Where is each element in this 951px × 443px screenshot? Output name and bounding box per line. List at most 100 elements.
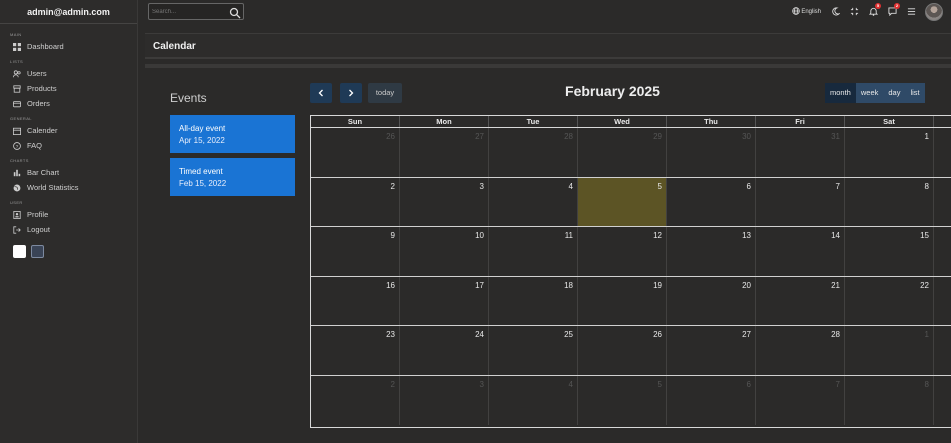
calendar-day[interactable]: 8: [845, 375, 934, 425]
theme-switcher: [0, 245, 137, 258]
chevron-left-icon: [317, 84, 325, 102]
calendar-day[interactable]: 27: [667, 326, 756, 375]
next-month-button[interactable]: [340, 83, 362, 103]
day-number: 13: [742, 231, 751, 240]
sidebar-item-profile[interactable]: Profile: [0, 207, 137, 222]
calendar-day[interactable]: 9: [311, 227, 400, 276]
calendar-day[interactable]: 26: [578, 326, 667, 375]
profile-icon: [12, 210, 22, 220]
compress-icon: [850, 3, 859, 21]
view-day-button[interactable]: day: [883, 83, 906, 103]
day-number: 7: [835, 181, 840, 191]
calendar-day[interactable]: 11: [489, 227, 578, 276]
calendar-day[interactable]: 15: [845, 227, 934, 276]
calendar-day[interactable]: 23: [311, 326, 400, 375]
calendar-day[interactable]: 27: [400, 128, 489, 177]
sidebar-item-products[interactable]: Products: [0, 81, 137, 96]
day-number: 4: [568, 379, 573, 389]
fullscreen-button[interactable]: [849, 7, 859, 17]
calendar-day[interactable]: 19: [578, 276, 667, 325]
day-number: 26: [653, 330, 662, 339]
notifications-button[interactable]: 5: [868, 3, 881, 17]
calendar-day[interactable]: 29: [578, 128, 667, 177]
day-number: 6: [746, 181, 751, 191]
calendar-day[interactable]: 10: [400, 227, 489, 276]
day-number: 6: [746, 379, 751, 389]
sidebar-item-label: Calender: [27, 126, 58, 135]
menu-button[interactable]: [906, 7, 916, 17]
page-title: Calendar: [153, 41, 196, 52]
prev-month-button[interactable]: [310, 83, 332, 103]
day-number: 30: [742, 132, 751, 141]
sidebar-item-dashboard[interactable]: Dashboard: [0, 39, 137, 54]
language-selector[interactable]: English: [792, 7, 821, 17]
calendar-day[interactable]: 18: [489, 276, 578, 325]
calendar-day[interactable]: 30: [667, 128, 756, 177]
weekday-header: Sun Mon Tue Wed Thu Fri Sat: [311, 115, 951, 128]
view-list-button[interactable]: list: [905, 83, 925, 103]
weekday-header-cell: Wed: [578, 116, 667, 127]
calendar-day[interactable]: 26: [311, 128, 400, 177]
calendar-day[interactable]: 20: [667, 276, 756, 325]
calendar-day[interactable]: 28: [489, 128, 578, 177]
sidebar-item-world-statistics[interactable]: World Statistics: [0, 180, 137, 195]
sidebar-item-label: World Statistics: [27, 183, 79, 192]
calendar-day[interactable]: 3: [400, 375, 489, 425]
view-week-button[interactable]: week: [855, 83, 884, 103]
calendar-day[interactable]: 5: [578, 375, 667, 425]
calendar-day[interactable]: 6: [667, 375, 756, 425]
calendar-day[interactable]: 21: [756, 276, 845, 325]
calendar-day[interactable]: 12: [578, 227, 667, 276]
calendar-day[interactable]: 8: [845, 177, 934, 226]
sidebar-item-logout[interactable]: Logout: [0, 222, 137, 237]
sidebar-item-bar-chart[interactable]: Bar Chart: [0, 165, 137, 180]
day-number: 21: [831, 280, 840, 290]
calendar-day-today[interactable]: 5: [578, 177, 667, 226]
calendar-grid: Sun Mon Tue Wed Thu Fri Sat 26 27 28 29 30 31 1 2 3 4 5 6…: [310, 115, 951, 428]
help-circle-icon: ?: [12, 141, 22, 151]
calendar-day[interactable]: 24: [400, 326, 489, 375]
today-button[interactable]: today: [368, 83, 402, 103]
event-title: All-day event: [179, 124, 226, 133]
sidebar-item-calender[interactable]: Calender: [0, 123, 137, 138]
calendar-icon: [12, 126, 22, 136]
search-input[interactable]: [149, 4, 227, 19]
chevron-right-icon: [347, 84, 355, 102]
sidebar-item-orders[interactable]: Orders: [0, 96, 137, 111]
calendar-day[interactable]: 28: [756, 326, 845, 375]
calendar-day[interactable]: 4: [489, 177, 578, 226]
calendar-day[interactable]: 2: [311, 375, 400, 425]
calendar-title: February 2025: [565, 83, 660, 99]
search-icon[interactable]: [229, 6, 241, 18]
day-number: 31: [831, 132, 840, 141]
calendar-day[interactable]: 22: [845, 276, 934, 325]
sidebar-item-users[interactable]: Users: [0, 66, 137, 81]
event-card[interactable]: All-day event Apr 15, 2022: [170, 115, 295, 153]
calendar-day[interactable]: 16: [311, 276, 400, 325]
day-number: 20: [742, 280, 751, 290]
calendar-day[interactable]: 14: [756, 227, 845, 276]
calendar-day[interactable]: 17: [400, 276, 489, 325]
view-month-button[interactable]: month: [825, 83, 856, 103]
calendar-day[interactable]: 7: [756, 177, 845, 226]
sidebar-item-faq[interactable]: ? FAQ: [0, 138, 137, 153]
calendar-day[interactable]: 4: [489, 375, 578, 425]
calendar-day[interactable]: 1: [845, 326, 934, 375]
messages-button[interactable]: 2: [887, 3, 900, 17]
dark-theme-swatch[interactable]: [31, 245, 44, 258]
dark-mode-toggle[interactable]: [830, 7, 841, 17]
event-card[interactable]: Timed event Feb 15, 2022: [170, 158, 295, 196]
day-number: 27: [742, 330, 751, 339]
calendar-day[interactable]: 7: [756, 375, 845, 425]
user-avatar[interactable]: [925, 3, 943, 21]
calendar-day[interactable]: 25: [489, 326, 578, 375]
calendar-day[interactable]: 3: [400, 177, 489, 226]
light-theme-swatch[interactable]: [13, 245, 26, 258]
calendar-day[interactable]: 13: [667, 227, 756, 276]
calendar-day[interactable]: 6: [667, 177, 756, 226]
calendar-week-row: 9 10 11 12 13 14 15: [311, 227, 951, 277]
calendar-day[interactable]: 2: [311, 177, 400, 226]
calendar-day[interactable]: 1: [845, 128, 934, 177]
calendar-day[interactable]: 31: [756, 128, 845, 177]
day-number: 5: [657, 379, 662, 389]
